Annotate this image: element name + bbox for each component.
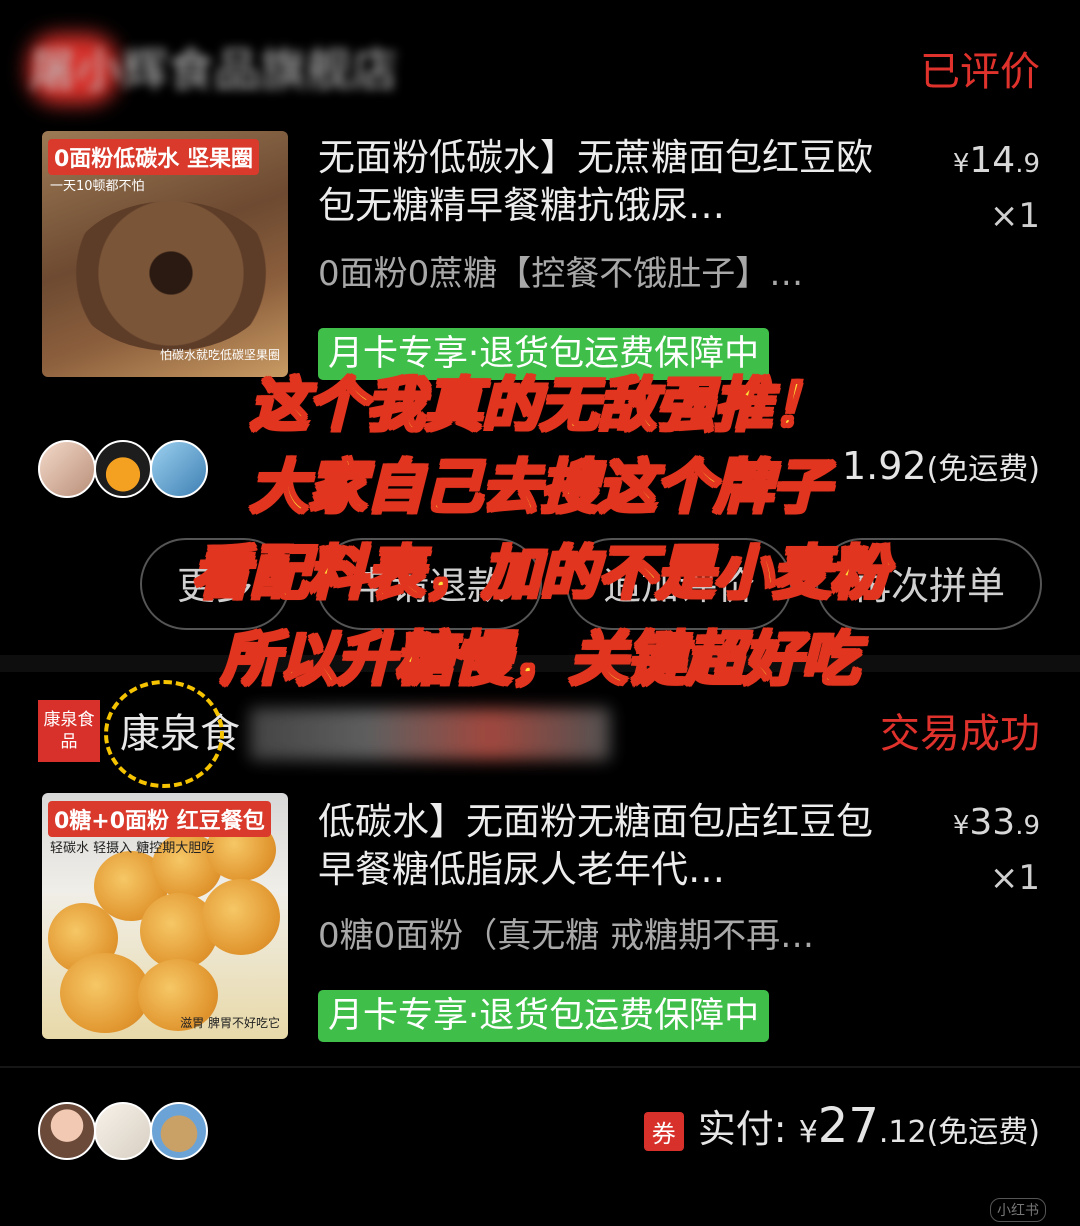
thumb-label: 0面粉低碳水 坚果圈 <box>48 139 259 175</box>
avatar <box>94 1102 152 1160</box>
avatar <box>150 1102 208 1160</box>
divider <box>0 1066 1080 1068</box>
payment-line: 券实付: ¥27.12(免运费) <box>643 1098 1040 1154</box>
watermark: 小红书 <box>990 1198 1046 1222</box>
paid-currency: ¥ <box>798 1115 818 1150</box>
paid-amount-int: 27 <box>817 1098 879 1154</box>
price-int: 33 <box>969 802 1016 843</box>
price-dec: .9 <box>1015 149 1040 179</box>
product-subtitle: 0面粉0蔗糖【控餐不饿肚子】… <box>318 254 804 294</box>
product-title[interactable]: 低碳水】无面粉无糖面包店红豆包早餐糖低脂尿人老年代… <box>318 798 888 894</box>
bun-image <box>202 879 280 955</box>
order-status: 已评价 <box>920 49 1040 95</box>
product-price: ¥14.9 <box>953 140 1040 181</box>
avatar <box>38 1102 96 1160</box>
product-qty: ×1 <box>989 196 1040 236</box>
overlay-line-3: 看配料表，加的不是小麦粉 <box>190 538 889 609</box>
thumb-foot: 滋胃 脾胃不好吃它 <box>180 1016 280 1030</box>
price-currency: ¥ <box>952 149 970 179</box>
bun-image <box>60 953 150 1033</box>
shipping-note: (免运费) <box>926 1115 1040 1150</box>
product-subtitle: 0糖0面粉（真无糖 戒糖期不再… <box>318 916 815 956</box>
shop-header-1[interactable]: 屠小辉食品旗舰店 已评价 <box>0 0 1080 120</box>
product-qty: ×1 <box>989 858 1040 898</box>
price-dec: .9 <box>1015 811 1040 841</box>
guarantee-badge: 月卡专享·退货包运费保障中 <box>318 990 770 1042</box>
shop-logo[interactable]: 康泉食品 <box>38 700 100 762</box>
group-avatars <box>38 1102 258 1162</box>
overlay-line-2: 大家自己去搜这个牌子 <box>248 452 831 523</box>
thumb-sub: 轻碳水 轻摄入 糖控期大胆吃 <box>50 841 215 856</box>
coupon-icon: 券 <box>643 1112 684 1151</box>
thumb-sub: 一天10顿都不怕 <box>50 179 145 194</box>
product-thumbnail[interactable]: 0糖+0面粉 红豆餐包 轻碳水 轻摄入 糖控期大胆吃 滋胃 脾胃不好吃它 <box>42 793 288 1039</box>
overlay-line-1: 这个我真的无敌强推！ <box>248 370 831 441</box>
paid-label: 实付: <box>697 1107 787 1151</box>
overlay-line-4: 所以升糖慢，关键超好吃 <box>219 624 860 695</box>
product-thumbnail[interactable]: 0面粉低碳水 坚果圈 一天10顿都不怕 怕碳水就吃低碳坚果圈 <box>42 131 288 377</box>
thumb-label: 0糖+0面粉 红豆餐包 <box>48 801 271 837</box>
shop-name[interactable]: 屠小辉食品旗舰店 <box>30 38 510 102</box>
price-currency: ¥ <box>952 811 970 841</box>
paid-amount-dec: .12 <box>878 1115 927 1150</box>
price-int: 14 <box>969 140 1016 181</box>
bagel-image <box>66 201 276 351</box>
product-price: ¥33.9 <box>953 802 1040 843</box>
annotation-circle <box>104 680 224 788</box>
shop-name-blurred <box>250 708 610 760</box>
shop-logo-text: 康泉食品 <box>43 710 95 752</box>
product-title[interactable]: 无面粉低碳水】无蔗糖面包红豆欧包无糖精早餐糖抗饿尿… <box>318 134 888 230</box>
order-status: 交易成功 <box>880 711 1040 757</box>
